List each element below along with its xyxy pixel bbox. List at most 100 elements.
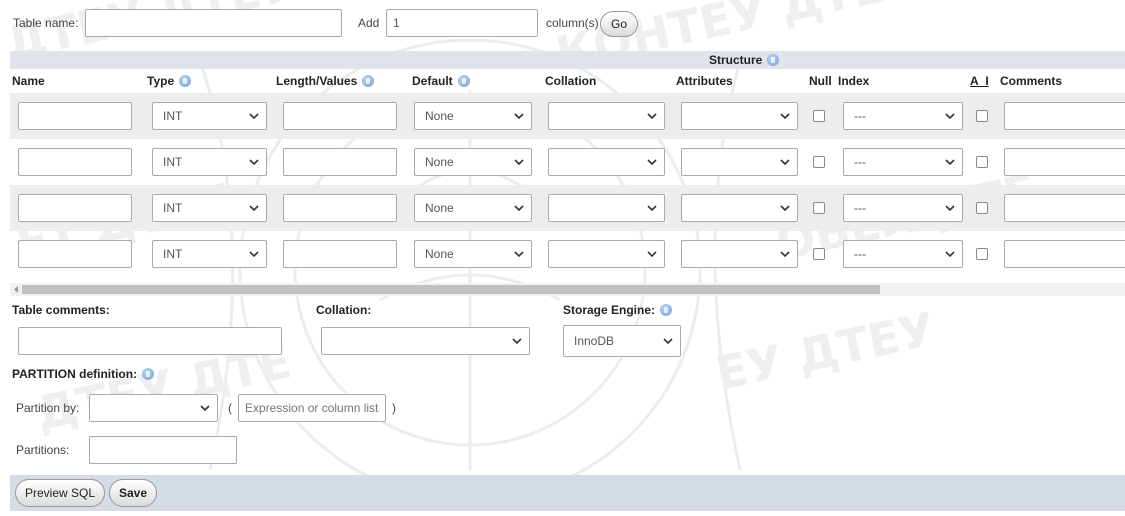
- partition-expression-input[interactable]: [238, 394, 386, 422]
- chevron-down-icon: [249, 113, 259, 120]
- null-checkbox[interactable]: [813, 248, 825, 260]
- footer-bar: [10, 475, 1125, 511]
- type-select[interactable]: INT: [152, 194, 267, 222]
- chevron-down-icon: [249, 205, 259, 212]
- default-select[interactable]: None: [414, 148, 532, 176]
- chevron-down-icon: [200, 405, 210, 412]
- partitions-label: Partitions:: [16, 443, 70, 457]
- comments-input[interactable]: [1004, 194, 1125, 222]
- auto-increment-checkbox[interactable]: [976, 110, 988, 122]
- table-collation-label: Collation:: [316, 303, 372, 317]
- auto-increment-checkbox[interactable]: [976, 202, 988, 214]
- chevron-down-icon: [249, 159, 259, 166]
- chevron-down-icon: [780, 205, 790, 212]
- header-length-values: Length/Values: [276, 74, 375, 88]
- column-row-3: INT None ---: [0, 185, 1125, 231]
- default-select[interactable]: None: [414, 240, 532, 268]
- collation-select[interactable]: [548, 148, 665, 176]
- chevron-down-icon: [647, 251, 657, 258]
- length-values-input[interactable]: [283, 194, 397, 222]
- column-row-1: INT None ---: [0, 93, 1125, 139]
- column-name-input[interactable]: [18, 102, 132, 130]
- chevron-down-icon: [647, 159, 657, 166]
- length-values-input[interactable]: [283, 102, 397, 130]
- storage-engine-label: Storage Engine:: [563, 303, 673, 317]
- index-select[interactable]: ---: [843, 148, 963, 176]
- null-checkbox[interactable]: [813, 110, 825, 122]
- column-name-input[interactable]: [18, 148, 132, 176]
- table-collation-select[interactable]: [321, 327, 530, 355]
- help-icon[interactable]: [142, 368, 155, 380]
- close-paren: ): [392, 401, 396, 415]
- chevron-down-icon: [945, 251, 955, 258]
- attributes-select[interactable]: [681, 194, 798, 222]
- structure-label: Structure: [709, 53, 780, 67]
- chevron-down-icon: [780, 251, 790, 258]
- attributes-select[interactable]: [681, 240, 798, 268]
- column-name-input[interactable]: [18, 194, 132, 222]
- header-auto-increment: A_I: [970, 74, 989, 88]
- partitions-input[interactable]: [89, 436, 237, 464]
- help-icon[interactable]: [179, 75, 192, 87]
- chevron-down-icon: [945, 113, 955, 120]
- comments-input[interactable]: [1004, 102, 1125, 130]
- table-name-label: Table name:: [13, 16, 79, 30]
- type-select[interactable]: INT: [152, 102, 267, 130]
- partition-by-label: Partition by:: [16, 401, 80, 415]
- default-select[interactable]: None: [414, 194, 532, 222]
- auto-increment-checkbox[interactable]: [976, 248, 988, 260]
- chevron-down-icon: [647, 113, 657, 120]
- save-button[interactable]: Save: [109, 479, 157, 507]
- preview-sql-button[interactable]: Preview SQL: [15, 479, 105, 507]
- header-name: Name: [12, 74, 45, 88]
- chevron-down-icon: [647, 205, 657, 212]
- table-name-input[interactable]: [85, 9, 342, 37]
- null-checkbox[interactable]: [813, 156, 825, 168]
- index-select[interactable]: ---: [843, 240, 963, 268]
- length-values-input[interactable]: [283, 148, 397, 176]
- scrollbar-thumb[interactable]: [22, 285, 880, 294]
- header-attributes: Attributes: [676, 74, 733, 88]
- attributes-select[interactable]: [681, 148, 798, 176]
- header-comments: Comments: [1000, 74, 1063, 88]
- chevron-down-icon: [514, 251, 524, 258]
- type-select[interactable]: INT: [152, 240, 267, 268]
- header-index: Index: [838, 74, 870, 88]
- default-select[interactable]: None: [414, 102, 532, 130]
- column-headers-row: Name Type Length/Values Default Collatio…: [0, 70, 1125, 90]
- scroll-left-icon[interactable]: [12, 285, 20, 294]
- help-icon[interactable]: [457, 75, 470, 87]
- table-comments-label: Table comments:: [12, 303, 110, 317]
- column-row-4: INT None ---: [0, 231, 1125, 277]
- comments-input[interactable]: [1004, 240, 1125, 268]
- auto-increment-checkbox[interactable]: [976, 156, 988, 168]
- index-select[interactable]: ---: [843, 194, 963, 222]
- chevron-down-icon: [945, 159, 955, 166]
- help-icon[interactable]: [362, 75, 375, 87]
- chevron-down-icon: [514, 205, 524, 212]
- collation-select[interactable]: [548, 194, 665, 222]
- horizontal-scrollbar[interactable]: [10, 283, 1125, 296]
- header-null: Null: [809, 74, 832, 88]
- help-icon[interactable]: [660, 304, 673, 316]
- comments-input[interactable]: [1004, 148, 1125, 176]
- length-values-input[interactable]: [283, 240, 397, 268]
- index-select[interactable]: ---: [843, 102, 963, 130]
- storage-engine-select[interactable]: InnoDB: [563, 325, 681, 357]
- chevron-down-icon: [945, 205, 955, 212]
- add-columns-count-input[interactable]: [386, 9, 538, 37]
- go-button[interactable]: Go: [600, 11, 638, 37]
- type-select[interactable]: INT: [152, 148, 267, 176]
- partition-by-select[interactable]: [89, 394, 218, 422]
- chevron-down-icon: [780, 113, 790, 120]
- collation-select[interactable]: [548, 240, 665, 268]
- collation-select[interactable]: [548, 102, 665, 130]
- null-checkbox[interactable]: [813, 202, 825, 214]
- partition-definition-label: PARTITION definition:: [12, 367, 155, 381]
- table-comments-input[interactable]: [18, 327, 282, 355]
- column-name-input[interactable]: [18, 240, 132, 268]
- chevron-down-icon: [663, 338, 673, 345]
- help-icon[interactable]: [767, 54, 780, 66]
- header-default: Default: [412, 74, 470, 88]
- attributes-select[interactable]: [681, 102, 798, 130]
